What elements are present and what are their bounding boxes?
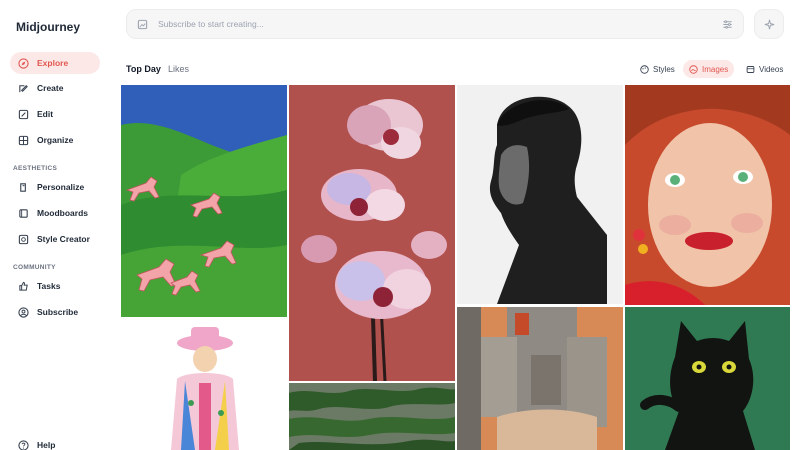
palette-icon xyxy=(640,64,649,74)
generate-button[interactable] xyxy=(754,9,784,39)
thumbs-up-icon xyxy=(19,281,28,291)
moodboard-icon xyxy=(19,208,28,218)
personalize-icon xyxy=(20,182,26,192)
sidebar-item-help[interactable]: Help xyxy=(10,434,100,450)
sidebar-item-create[interactable]: Create xyxy=(10,77,100,99)
sidebar-item-label: Help xyxy=(37,440,56,450)
tab-top-day[interactable]: Top Day xyxy=(126,64,161,74)
gallery-tile[interactable] xyxy=(121,319,287,450)
hedge-maze-image xyxy=(289,383,455,450)
sidebar-item-style-creator[interactable]: Style Creator xyxy=(10,228,100,250)
rusty-machinery-image xyxy=(457,307,623,450)
black-cat-image xyxy=(625,307,790,450)
view-images-button[interactable]: Images xyxy=(683,60,735,78)
app-logo-text[interactable]: Midjourney xyxy=(16,20,80,34)
help-icon xyxy=(18,439,29,450)
sidebar-item-label: Edit xyxy=(37,109,54,119)
sidebar-item-label: Organize xyxy=(37,135,74,145)
create-icon xyxy=(19,84,28,92)
green-hills-horses-image xyxy=(121,85,287,317)
sidebar-item-label: Tasks xyxy=(37,281,61,291)
sidebar: Midjourney Explore Create Edit Organize … xyxy=(0,0,112,450)
sidebar-item-label: Moodboards xyxy=(37,208,88,218)
prompt-bar[interactable]: Subscribe to start creating... xyxy=(126,9,744,39)
sidebar-item-subscribe[interactable]: Subscribe xyxy=(10,301,100,323)
user-circle-icon xyxy=(18,306,29,318)
iridescent-orchid-image xyxy=(289,85,455,381)
view-styles-button[interactable]: Styles xyxy=(634,60,681,78)
sidebar-item-moodboards[interactable]: Moodboards xyxy=(10,202,100,224)
image-add-icon[interactable] xyxy=(137,19,148,30)
image-circle-icon xyxy=(689,64,698,74)
compass-icon xyxy=(18,57,29,69)
sidebar-item-label: Style Creator xyxy=(37,234,90,244)
gallery-tile[interactable] xyxy=(289,383,455,450)
gallery-tile[interactable] xyxy=(457,85,623,304)
section-label-community: COMMUNITY xyxy=(13,264,56,271)
grid-icon xyxy=(18,135,29,145)
sidebar-item-label: Create xyxy=(37,83,64,93)
sidebar-item-organize[interactable]: Organize xyxy=(10,129,100,151)
view-videos-button[interactable]: Videos xyxy=(740,60,789,78)
gallery-tile[interactable] xyxy=(121,85,287,317)
illustrated-figure-hat-image xyxy=(121,319,287,450)
view-videos-label: Videos xyxy=(759,64,784,74)
view-styles-label: Styles xyxy=(653,64,675,74)
sidebar-item-personalize[interactable]: Personalize xyxy=(10,176,100,198)
sidebar-item-tasks[interactable]: Tasks xyxy=(10,275,100,297)
prompt-placeholder[interactable]: Subscribe to start creating... xyxy=(158,19,264,29)
edit-icon xyxy=(18,109,29,119)
sidebar-item-label: Personalize xyxy=(37,182,85,192)
sidebar-item-explore[interactable]: Explore xyxy=(10,52,100,74)
tab-likes[interactable]: Likes xyxy=(168,64,189,74)
bw-portrait-man-image xyxy=(457,85,623,304)
sidebar-item-label: Subscribe xyxy=(37,307,79,317)
gallery-tile[interactable] xyxy=(625,85,790,305)
sidebar-item-label: Explore xyxy=(37,58,69,68)
sparkle-icon xyxy=(764,19,774,29)
video-icon xyxy=(746,65,755,73)
gallery-tile[interactable] xyxy=(289,85,455,381)
gallery-tile[interactable] xyxy=(625,307,790,450)
view-images-label: Images xyxy=(702,64,729,74)
freckled-woman-portrait-image xyxy=(625,85,790,305)
section-label-aesthetics: AESTHETICS xyxy=(13,165,58,172)
settings-sliders-icon[interactable] xyxy=(722,19,733,30)
gallery-tile[interactable] xyxy=(457,307,623,450)
sidebar-item-edit[interactable]: Edit xyxy=(10,103,100,125)
style-creator-icon xyxy=(18,234,29,244)
